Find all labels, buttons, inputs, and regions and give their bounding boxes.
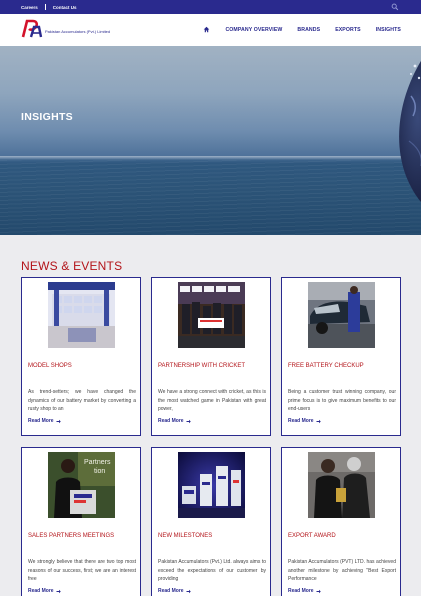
cricket-partnership-photo bbox=[178, 282, 245, 348]
nav-insights[interactable]: INSIGHTS bbox=[376, 27, 401, 33]
news-card[interactable]: EXPORT AWARD Pakistan Accumulators (PVT)… bbox=[281, 447, 401, 596]
arrow-right-icon bbox=[316, 419, 321, 423]
card-description: Pakistan Accumulators (Pvt.) Ltd. always… bbox=[158, 559, 266, 582]
read-more-link[interactable]: Read More bbox=[28, 588, 61, 594]
battery-checkup-photo bbox=[308, 282, 375, 348]
company-logo[interactable]: Pakistan Accumulators (Pvt.) Limited bbox=[21, 19, 110, 39]
nav-exports[interactable]: EXPORTS bbox=[335, 27, 361, 33]
page-title: INSIGHTS bbox=[21, 111, 73, 123]
nav-company-overview[interactable]: COMPANY OVERVIEW bbox=[225, 27, 282, 33]
battery-shop-photo bbox=[48, 282, 115, 348]
card-description: We have a strong connect with cricket, a… bbox=[158, 389, 266, 412]
read-more-label: Read More bbox=[28, 418, 54, 424]
arrow-right-icon bbox=[186, 589, 191, 593]
top-utility-bar: Careers Contact Us bbox=[0, 0, 421, 14]
news-card[interactable]: Partners tion SALES PARTNERS MEETINGS We … bbox=[21, 447, 141, 596]
card-description: Pakistan Accumulators (PVT) LTD. has ach… bbox=[288, 559, 396, 582]
read-more-link[interactable]: Read More bbox=[288, 418, 321, 424]
card-description: Being a customer trust winning company, … bbox=[288, 389, 396, 412]
arrow-right-icon bbox=[56, 589, 61, 593]
news-card[interactable]: MODEL SHOPS As trend-setters; we have ch… bbox=[21, 277, 141, 436]
sales-meeting-photo: Partners tion bbox=[48, 452, 115, 518]
utility-links: Careers Contact Us bbox=[21, 4, 77, 10]
card-title: MODEL SHOPS bbox=[28, 363, 72, 369]
news-events-heading: NEWS & EVENTS bbox=[21, 259, 123, 273]
battery-products-photo bbox=[178, 452, 245, 518]
read-more-label: Read More bbox=[158, 418, 184, 424]
card-title: FREE BATTERY CHECKUP bbox=[288, 363, 364, 369]
card-title: NEW MILESTONES bbox=[158, 533, 213, 539]
read-more-label: Read More bbox=[288, 588, 314, 594]
sea-texture bbox=[0, 160, 421, 235]
photo-text-line: tion bbox=[94, 468, 105, 475]
search-icon[interactable] bbox=[391, 3, 399, 11]
read-more-label: Read More bbox=[288, 418, 314, 424]
card-title: PARTNERSHIP WITH CRICKET bbox=[158, 363, 246, 369]
hero-banner: INSIGHTS bbox=[0, 46, 421, 235]
export-award-photo bbox=[308, 452, 375, 518]
photo-text-line: Partners bbox=[84, 459, 111, 466]
news-card[interactable]: NEW MILESTONES Pakistan Accumulators (Pv… bbox=[151, 447, 271, 596]
logo-mark-icon bbox=[21, 19, 43, 38]
read-more-link[interactable]: Read More bbox=[288, 588, 321, 594]
divider bbox=[44, 4, 46, 10]
read-more-link[interactable]: Read More bbox=[158, 418, 191, 424]
careers-link[interactable]: Careers bbox=[21, 5, 38, 10]
read-more-link[interactable]: Read More bbox=[28, 418, 61, 424]
read-more-link[interactable]: Read More bbox=[158, 588, 191, 594]
nav-brands[interactable]: BRANDS bbox=[297, 27, 320, 33]
card-description: As trend-setters; we have changed the dy… bbox=[28, 389, 136, 412]
arrow-right-icon bbox=[186, 419, 191, 423]
card-description: We strongly believe that there are two t… bbox=[28, 559, 136, 582]
main-navbar: Pakistan Accumulators (Pvt.) Limited COM… bbox=[0, 14, 421, 46]
home-icon[interactable] bbox=[203, 26, 210, 33]
news-card[interactable]: FREE BATTERY CHECKUP Being a customer tr… bbox=[281, 277, 401, 436]
primary-nav: COMPANY OVERVIEW BRANDS EXPORTS INSIGHTS bbox=[203, 26, 401, 33]
read-more-label: Read More bbox=[28, 588, 54, 594]
arrow-right-icon bbox=[56, 419, 61, 423]
brand-name: Pakistan Accumulators (Pvt.) Limited bbox=[45, 28, 111, 34]
arrow-right-icon bbox=[316, 589, 321, 593]
news-card[interactable]: PARTNERSHIP WITH CRICKET We have a stron… bbox=[151, 277, 271, 436]
hero-figure-image bbox=[399, 61, 421, 202]
card-title: EXPORT AWARD bbox=[288, 533, 336, 539]
read-more-label: Read More bbox=[158, 588, 184, 594]
contact-us-link[interactable]: Contact Us bbox=[53, 5, 77, 10]
card-title: SALES PARTNERS MEETINGS bbox=[28, 533, 115, 539]
